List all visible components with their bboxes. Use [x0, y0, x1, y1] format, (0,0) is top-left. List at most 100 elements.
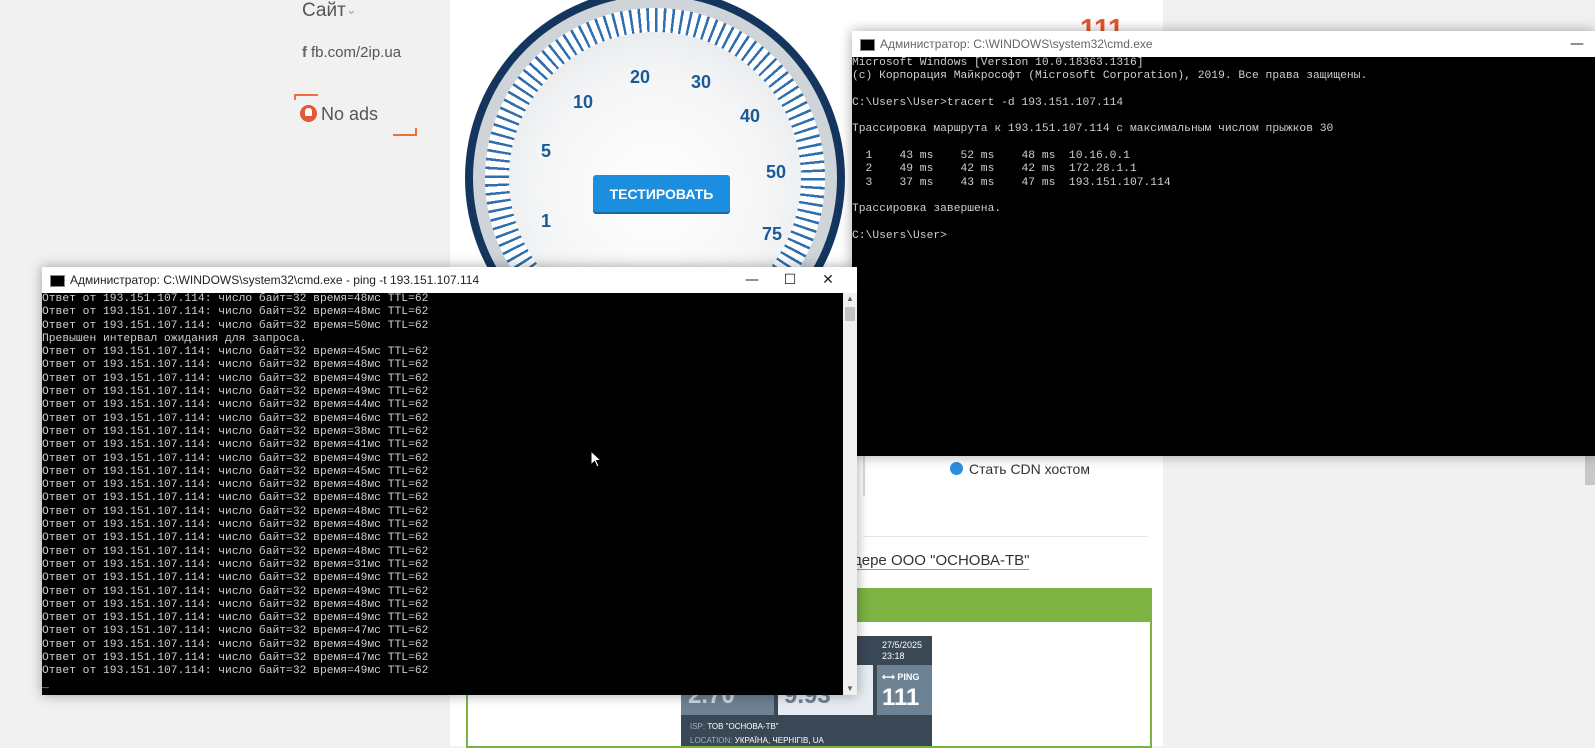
console-line: Ответ от 193.151.107.114: число байт=32 …: [42, 359, 429, 372]
cmd-icon: [50, 275, 65, 287]
page-scrollbar[interactable]: [1585, 455, 1595, 485]
console-line: Трассировка маршрута к 193.151.107.114 с…: [852, 123, 1334, 136]
result-date: 27/5/2025: [882, 640, 923, 650]
ping-label-text: PING: [897, 672, 920, 682]
scrollbar-thumb[interactable]: [845, 307, 855, 321]
promo-bracket-bottom: [393, 128, 417, 136]
console-line: Ответ от 193.151.107.114: число байт=32 …: [42, 625, 429, 638]
chevron-down-icon[interactable]: ⌄: [346, 2, 357, 18]
ping-label: ⟷ PING: [882, 672, 919, 683]
console-line: Ответ от 193.151.107.114: число байт=32 …: [42, 412, 429, 425]
isp-value: ТОВ "ОСНОВА-ТВ": [707, 722, 779, 731]
gauge-label-5: 5: [541, 141, 552, 161]
console-line: Трассировка завершена.: [852, 203, 1002, 216]
console-line: 2 49 ms 42 ms 42 ms 172.28.1.1: [852, 163, 1137, 176]
scroll-up-arrow-icon[interactable]: ▲: [843, 293, 857, 305]
console-line: Ответ от 193.151.107.114: число байт=32 …: [42, 346, 429, 359]
console-line: Ответ от 193.151.107.114: число байт=32 …: [42, 505, 429, 518]
console-line: Ответ от 193.151.107.114: число байт=32 …: [42, 465, 429, 478]
console-line: 3 37 ms 43 ms 47 ms 193.151.107.114: [852, 176, 1171, 189]
arrows-icon: ⟷: [882, 672, 898, 682]
location-value: УКРАЇНА, ЧЕРНІГІВ, UA: [734, 736, 824, 745]
console-output[interactable]: Ответ от 193.151.107.114: число байт=32 …: [42, 293, 428, 692]
cmd-window-tracert[interactable]: Администратор: C:\WINDOWS\system32\cmd.e…: [852, 31, 1595, 456]
no-ads-link[interactable]: No ads: [300, 104, 378, 125]
console-line: Ответ от 193.151.107.114: число байт=32 …: [42, 479, 429, 492]
gauge-label-10: 10: [573, 92, 594, 112]
test-button[interactable]: ТЕСТИРОВАТЬ: [593, 175, 730, 212]
console-line: Ответ от 193.151.107.114: число байт=32 …: [42, 558, 429, 571]
ping-result-value: 111: [882, 684, 920, 711]
globe-icon: [950, 462, 963, 475]
console-line: Ответ от 193.151.107.114: число байт=32 …: [42, 612, 429, 625]
console-line: _: [42, 678, 49, 691]
cmd-icon: [860, 39, 875, 51]
promo-bracket-top: [294, 94, 318, 100]
console-line: Ответ от 193.151.107.114: число байт=32 …: [42, 598, 429, 611]
console-line: Ответ от 193.151.107.114: число байт=32 …: [42, 386, 429, 399]
console-line: Ответ от 193.151.107.114: число байт=32 …: [42, 572, 429, 585]
facebook-link-label: fb.com/2ip.ua: [311, 44, 402, 61]
site-menu[interactable]: Сайт: [302, 0, 346, 22]
divider: [863, 536, 1148, 537]
console-line: Превышен интервал ожидания для запроса.: [42, 332, 307, 345]
cmd-window-ping[interactable]: Администратор: C:\WINDOWS\system32\cmd.e…: [42, 267, 857, 695]
cdn-host-label: Стать CDN хостом: [969, 461, 1090, 477]
console-line: C:\Users\User>tracert -d 193.151.107.114: [852, 96, 1124, 109]
gauge-label-1: 1: [541, 211, 552, 231]
console-line: Ответ от 193.151.107.114: число байт=32 …: [42, 293, 429, 305]
isp-key: ISP:: [690, 722, 706, 731]
facebook-icon: f: [302, 44, 307, 61]
console-line: Ответ от 193.151.107.114: число байт=32 …: [42, 492, 429, 505]
provider-link[interactable]: дере ООО "ОСНОВА-ТВ": [853, 552, 1030, 570]
console-line: Ответ от 193.151.107.114: число байт=32 …: [42, 425, 429, 438]
scroll-down-arrow-icon[interactable]: ▼: [843, 683, 857, 695]
result-time: 23:18: [882, 651, 905, 661]
console-line: C:\Users\User>: [852, 229, 947, 242]
divider: [863, 456, 865, 496]
facebook-link[interactable]: f fb.com/2ip.ua: [302, 44, 401, 61]
console-line: Ответ от 193.151.107.114: число байт=32 …: [42, 452, 429, 465]
console-line: Ответ от 193.151.107.114: число байт=32 …: [42, 372, 429, 385]
console-line: Ответ от 193.151.107.114: число байт=32 …: [42, 319, 429, 332]
console-line: Ответ от 193.151.107.114: число байт=32 …: [42, 439, 429, 452]
window-title: Администратор: C:\WINDOWS\system32\cmd.e…: [880, 37, 1153, 51]
console-line: Ответ от 193.151.107.114: число байт=32 …: [42, 652, 429, 665]
location-key: LOCATION:: [690, 736, 733, 745]
gauge-label-30: 30: [691, 72, 712, 92]
mouse-cursor-icon: [590, 450, 602, 468]
console-line: Ответ от 193.151.107.114: число байт=32 …: [42, 306, 429, 319]
console-line: Ответ от 193.151.107.114: число байт=32 …: [42, 665, 429, 678]
gauge-label-40: 40: [740, 106, 761, 126]
no-ads-label: No ads: [321, 104, 379, 124]
console-line: (c) Корпорация Майкрософт (Microsoft Cor…: [852, 70, 1368, 83]
window-title: Администратор: C:\WINDOWS\system32\cmd.e…: [70, 273, 480, 287]
console-line: Ответ от 193.151.107.114: число байт=32 …: [42, 399, 429, 412]
console-line: 1 43 ms 52 ms 48 ms 10.16.0.1: [852, 150, 1130, 163]
location-line: LOCATION: УКРАЇНА, ЧЕРНІГІВ, UA: [690, 736, 824, 745]
console-line: Ответ от 193.151.107.114: число байт=32 …: [42, 532, 429, 545]
console-line: Ответ от 193.151.107.114: число байт=32 …: [42, 638, 429, 651]
console-line: Ответ от 193.151.107.114: число байт=32 …: [42, 545, 429, 558]
console-output[interactable]: Microsoft Windows [Version 10.0.18363.13…: [852, 57, 1367, 243]
window-titlebar[interactable]: Администратор: C:\WINDOWS\system32\cmd.e…: [852, 31, 1595, 57]
isp-line: ISP: ТОВ "ОСНОВА-ТВ": [690, 722, 779, 731]
window-titlebar[interactable]: Администратор: C:\WINDOWS\system32\cmd.e…: [42, 267, 857, 293]
minimize-button[interactable]: —: [1554, 31, 1595, 57]
console-scrollbar[interactable]: ▲ ▼: [843, 293, 857, 695]
cdn-host-link[interactable]: Стать CDN хостом: [950, 461, 1090, 477]
gauge-label-20: 20: [630, 67, 651, 87]
lock-icon: [300, 105, 317, 122]
console-line: Ответ от 193.151.107.114: число байт=32 …: [42, 519, 429, 532]
close-button[interactable]: ✕: [805, 267, 851, 293]
console-line: Ответ от 193.151.107.114: число байт=32 …: [42, 585, 429, 598]
gauge-label-50: 50: [766, 162, 787, 182]
console-line: Microsoft Windows [Version 10.0.18363.13…: [852, 57, 1144, 69]
gauge-label-75: 75: [762, 224, 783, 244]
result-datetime: 27/5/2025 23:18: [882, 640, 922, 662]
